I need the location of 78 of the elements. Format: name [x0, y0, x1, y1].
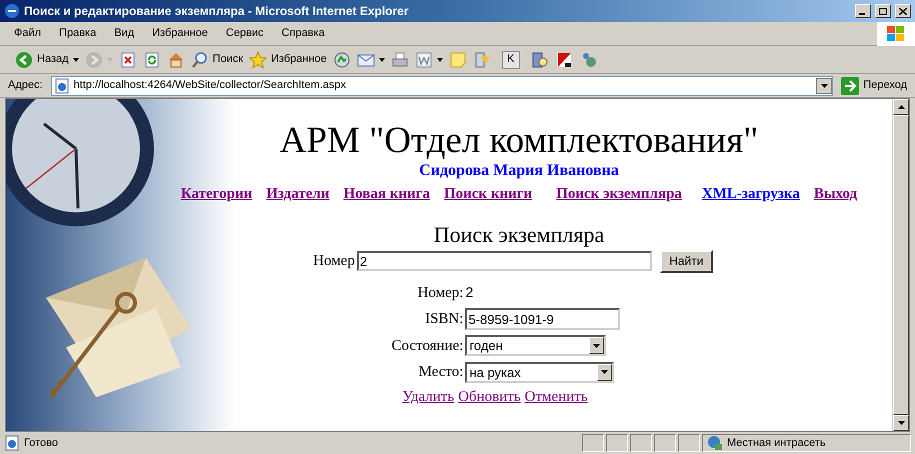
toolbar-button[interactable]: Назад [12, 48, 82, 72]
close-icon [899, 8, 907, 14]
status-text: Готово [24, 436, 58, 451]
toolbar-button[interactable]: Поиск [188, 48, 246, 72]
menu-item[interactable]: Файл [12, 25, 44, 42]
status-pane [582, 434, 604, 452]
document-icon [414, 50, 433, 68]
window-title: Поиск и редактирование экземпляра - Microsoft Internet Explorer [24, 3, 410, 20]
caret-icon [820, 84, 828, 88]
star-icon [249, 50, 268, 68]
nav-link[interactable]: Поиск книги [444, 183, 532, 206]
antivirus-icon [554, 50, 573, 68]
maximize-icon [879, 8, 887, 14]
select-field[interactable]: на руках [465, 362, 614, 383]
number-value: 2 [465, 283, 474, 302]
page-icon [4, 435, 20, 451]
caret-icon [898, 421, 904, 425]
number-label: Номер [313, 252, 355, 271]
printer-icon [390, 50, 409, 68]
menu-item[interactable]: Избранное [150, 25, 210, 42]
find-button[interactable]: Найти [660, 250, 713, 272]
magnifier-icon [190, 50, 209, 68]
field-label: Номер: [416, 284, 464, 302]
page-icon [54, 78, 70, 94]
dropdown-button[interactable] [816, 78, 832, 94]
caret-icon [593, 344, 600, 348]
up-caret-icon [898, 105, 904, 109]
nav-link[interactable]: Категории [180, 183, 252, 206]
go-button[interactable]: Переход [837, 74, 911, 96]
right-arrow-icon [841, 76, 860, 94]
scroll-down-button[interactable] [893, 415, 909, 431]
refresh-icon [142, 50, 161, 68]
sparkle-device-icon [472, 50, 491, 68]
status-pane [654, 434, 676, 452]
status-pane [630, 434, 652, 452]
network-icon [707, 435, 723, 451]
field-label: Состояние: [392, 336, 464, 356]
media-icon [332, 50, 351, 68]
nav-link[interactable]: XML-загрузка [702, 183, 800, 206]
select-field[interactable]: годен [465, 335, 606, 356]
user-name: Сидорова Мария Ивановна [419, 161, 619, 181]
status-pane [606, 434, 628, 452]
caret-icon [72, 58, 79, 62]
menu-item[interactable]: Правка [57, 25, 98, 42]
isbn-field[interactable]: 5-8959-1091-9 [465, 308, 620, 330]
nav-link[interactable]: Издатели [266, 183, 330, 206]
action-link[interactable]: Отменить [524, 386, 588, 408]
caret-icon [378, 58, 385, 62]
nav-link[interactable]: Поиск экземпляра [556, 183, 682, 206]
minimize-button[interactable] [855, 4, 871, 18]
house-icon [166, 50, 185, 68]
nav-link[interactable]: Новая книга [343, 183, 430, 206]
zone-text: Местная интрасеть [727, 436, 826, 451]
field-label: Место: [418, 363, 464, 382]
number-field[interactable]: 2 [356, 251, 652, 271]
k-key-button[interactable]: K [502, 50, 520, 68]
close-button[interactable] [895, 4, 911, 18]
action-link[interactable]: Удалить [402, 386, 454, 408]
flag-logo-icon [887, 26, 905, 42]
field-label: ISBN: [424, 310, 464, 329]
stop-icon [118, 50, 137, 68]
book-magnifier-icon [530, 50, 549, 68]
note-icon [448, 50, 467, 68]
caret-icon [436, 58, 443, 62]
status-pane [678, 434, 700, 452]
toolbar-button[interactable]: Избранное [246, 48, 330, 72]
menu-item[interactable]: Сервис [224, 25, 266, 42]
section-heading: Поиск экземпляра [434, 222, 604, 248]
maximize-button[interactable] [875, 4, 891, 18]
action-link[interactable]: Обновить [458, 386, 521, 408]
nav-link[interactable]: Выход [814, 183, 858, 206]
menu-item[interactable]: Вид [112, 25, 136, 42]
address-field[interactable]: http://localhost:4264/WebSite/collector/SearchItem.aspx [50, 76, 834, 96]
scroll-up-button[interactable] [893, 99, 909, 115]
address-label: Адрес: [7, 78, 44, 94]
caret-icon [601, 370, 608, 374]
menu-item[interactable]: Справка [280, 25, 327, 42]
app-title: АРМ "Отдел комплектования" [280, 121, 758, 161]
